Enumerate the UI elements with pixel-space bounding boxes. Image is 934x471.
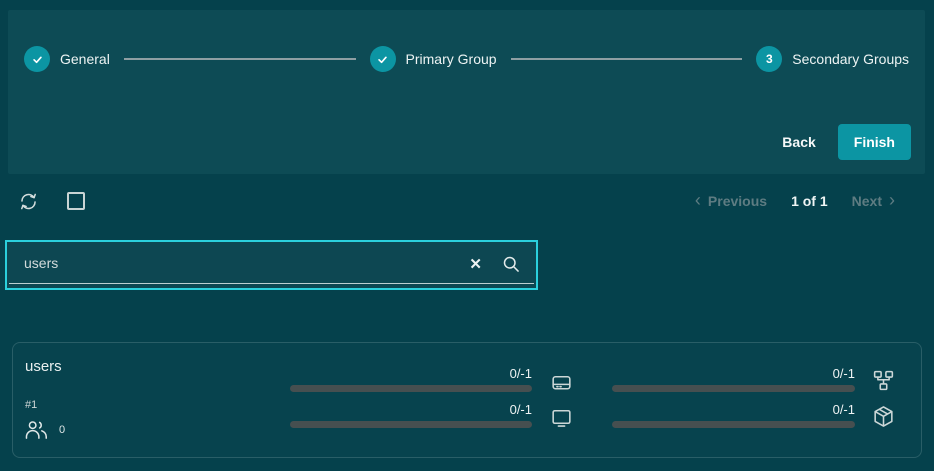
member-count: 0 xyxy=(23,419,65,440)
previous-button[interactable]: ‹ Previous xyxy=(695,192,767,210)
check-icon xyxy=(24,46,50,72)
member-count-value: 0 xyxy=(59,424,65,436)
check-icon xyxy=(370,46,396,72)
step-connector xyxy=(511,58,743,60)
step-label: Secondary Groups xyxy=(792,51,909,67)
step-connector xyxy=(124,58,356,60)
checkbox-blank-icon xyxy=(67,192,85,210)
wizard-stepper: General Primary Group 3 Secondary Groups xyxy=(8,10,925,72)
next-label: Next xyxy=(852,193,882,209)
chevron-left-icon: ‹ xyxy=(695,191,701,209)
meter-network: 0/-1 xyxy=(612,366,855,392)
package-icon xyxy=(871,404,896,429)
input-underline xyxy=(9,283,534,284)
chevron-right-icon: › xyxy=(889,191,895,209)
meter-label: 0/-1 xyxy=(290,366,532,382)
search-submit-button[interactable] xyxy=(492,254,536,276)
meter-label: 0/-1 xyxy=(290,402,532,418)
refresh-icon xyxy=(18,191,39,212)
pagination: ‹ Previous 1 of 1 Next › xyxy=(695,192,895,210)
step-primary-group[interactable]: Primary Group xyxy=(370,46,497,72)
meter-track xyxy=(290,385,532,392)
refresh-button[interactable] xyxy=(18,191,39,212)
group-card[interactable]: users #1 0 0/-1 0/-1 0/-1 xyxy=(12,342,922,458)
step-label: Primary Group xyxy=(406,51,497,67)
meter-desktop: 0/-1 xyxy=(290,402,532,428)
select-all-checkbox[interactable] xyxy=(67,192,85,210)
back-button[interactable]: Back xyxy=(778,126,819,158)
hierarchy-icon xyxy=(871,368,896,393)
next-button[interactable]: Next › xyxy=(852,192,895,210)
search-input[interactable] xyxy=(7,242,459,288)
step-secondary-groups[interactable]: 3 Secondary Groups xyxy=(756,46,909,72)
page-status: 1 of 1 xyxy=(791,193,828,209)
group-rank: #1 xyxy=(25,399,37,411)
step-label: General xyxy=(60,51,110,67)
server-icon xyxy=(549,370,574,395)
monitor-icon xyxy=(549,405,574,430)
step-general[interactable]: General xyxy=(24,46,110,72)
users-icon xyxy=(23,419,50,440)
search-icon xyxy=(501,254,521,274)
finish-button[interactable]: Finish xyxy=(838,124,911,160)
meter-host: 0/-1 xyxy=(290,366,532,392)
meter-label: 0/-1 xyxy=(612,402,855,418)
step-number-badge: 3 xyxy=(756,46,782,72)
previous-label: Previous xyxy=(708,193,767,209)
meter-track xyxy=(612,421,855,428)
clear-search-icon[interactable]: ✕ xyxy=(459,257,492,274)
meter-track xyxy=(612,385,855,392)
list-toolbar: ‹ Previous 1 of 1 Next › xyxy=(18,186,895,216)
search-box: ✕ xyxy=(5,240,538,290)
meter-label: 0/-1 xyxy=(612,366,855,382)
meter-track xyxy=(290,421,532,428)
group-name: users xyxy=(25,358,62,375)
wizard-actions: Back Finish xyxy=(778,124,911,160)
wizard-panel: General Primary Group 3 Secondary Groups… xyxy=(8,10,925,174)
meter-package: 0/-1 xyxy=(612,402,855,428)
page: General Primary Group 3 Secondary Groups… xyxy=(0,0,934,471)
